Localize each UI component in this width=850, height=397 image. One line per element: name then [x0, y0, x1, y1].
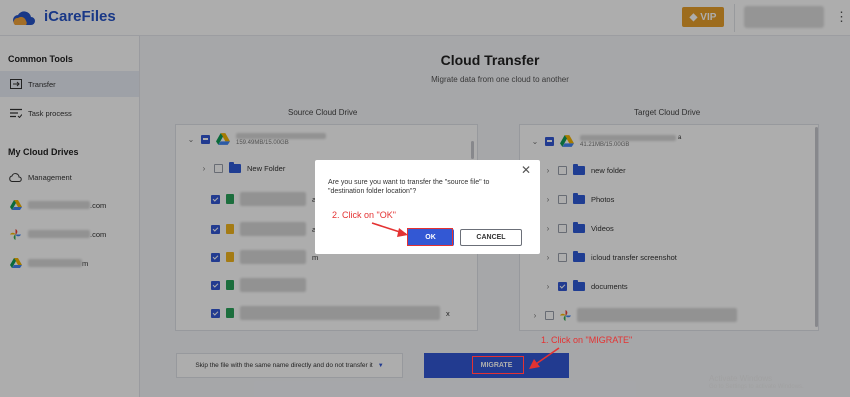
annotation-step-2: 2. Click on "OK"	[332, 210, 396, 220]
arrow-annotation-icon	[371, 222, 408, 237]
cancel-label: CANCEL	[476, 234, 506, 241]
close-icon[interactable]: ✕	[521, 163, 531, 177]
highlight-ok-box	[407, 228, 453, 246]
activation-watermark: Activate Windows Go to Settings to activ…	[709, 374, 804, 390]
highlight-migrate-box	[472, 356, 524, 374]
watermark-line-1: Activate Windows	[709, 374, 773, 383]
cancel-button[interactable]: CANCEL	[460, 229, 522, 246]
watermark-line-2: Go to Settings to activate Windows.	[709, 384, 804, 390]
dialog-message: Are you sure you want to transfer the "s…	[328, 179, 490, 195]
arrow-annotation-icon	[529, 347, 560, 369]
annotation-step-1: 1. Click on "MIGRATE"	[541, 335, 633, 345]
